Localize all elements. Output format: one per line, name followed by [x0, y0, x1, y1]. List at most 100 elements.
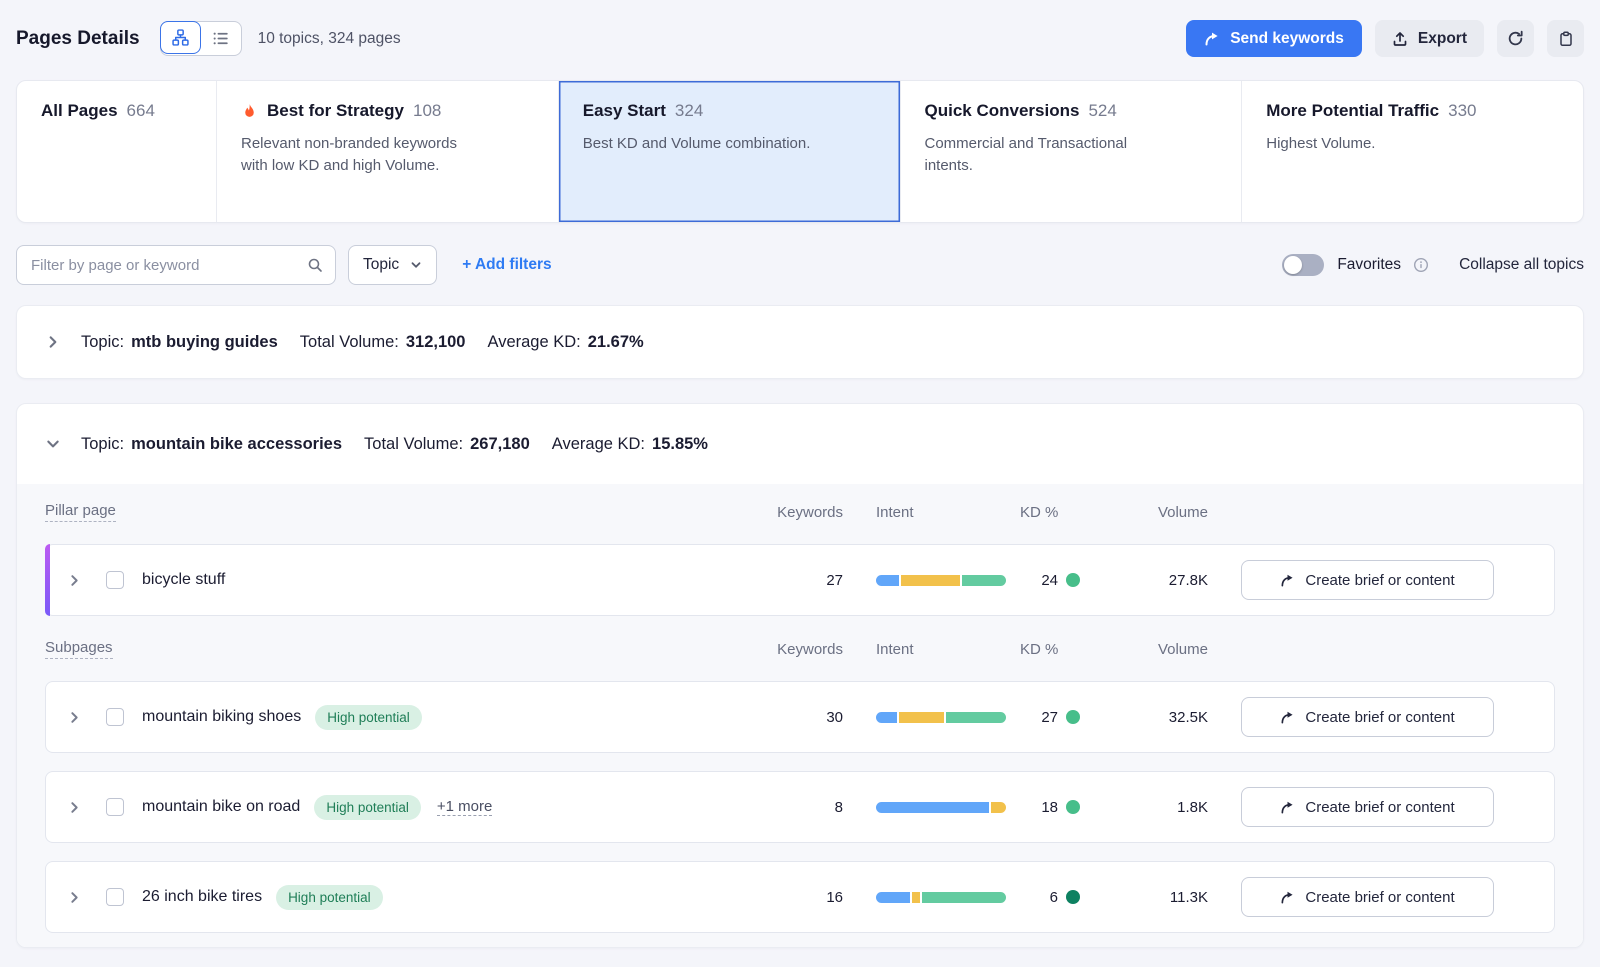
kd-value: 6: [1020, 889, 1058, 906]
pillar-header-row: Pillar page Keywords Intent KD % Volume: [45, 497, 1555, 527]
subpage-row: 26 inch bike tires High potential 16 6 1…: [45, 861, 1555, 933]
column-header-kd: KD %: [1020, 641, 1080, 658]
info-icon[interactable]: [1413, 257, 1429, 273]
topic-row-mtb-buying-guides[interactable]: Topic: mtb buying guides Total Volume: 3…: [16, 305, 1584, 379]
search-input[interactable]: [31, 257, 307, 274]
tab-more-potential-traffic[interactable]: More Potential Traffic 330 Highest Volum…: [1242, 81, 1583, 222]
favorites-label: Favorites: [1337, 256, 1401, 274]
topics-pages-summary: 10 topics, 324 pages: [258, 30, 401, 48]
tab-best-for-strategy[interactable]: Best for Strategy 108 Relevant non-brand…: [217, 81, 559, 222]
volume-value: 32.5K: [1104, 709, 1208, 726]
volume-value: 11.3K: [1104, 889, 1208, 906]
tab-quick-conversions[interactable]: Quick Conversions 524 Commercial and Tra…: [901, 81, 1243, 222]
add-filters-link[interactable]: + Add filters: [462, 256, 551, 274]
search-icon[interactable]: [307, 257, 323, 273]
kd-dot: [1066, 800, 1080, 814]
header-actions: Send keywords Export: [1186, 20, 1584, 57]
kd-dot: [1066, 890, 1080, 904]
forward-arrow-icon: [1280, 710, 1295, 725]
tab-count: 324: [675, 101, 703, 121]
column-header-intent: Intent: [876, 504, 1006, 521]
collapse-all-topics-link[interactable]: Collapse all topics: [1459, 256, 1584, 274]
list-view-icon: [212, 30, 229, 47]
column-header-keywords: Keywords: [759, 641, 843, 658]
topic-prefix: Topic:: [81, 333, 124, 352]
tab-description: Best KD and Volume combination.: [583, 133, 815, 155]
forward-arrow-icon: [1280, 573, 1295, 588]
subpage-row: mountain bike on road High potential +1 …: [45, 771, 1555, 843]
intent-bar: [876, 712, 1006, 723]
topic-row-mountain-bike-accessories[interactable]: Topic: mountain bike accessories Total V…: [17, 404, 1583, 484]
pillar-page-label[interactable]: Pillar page: [45, 502, 116, 522]
tab-label: Easy Start: [583, 101, 666, 121]
row-checkbox[interactable]: [106, 708, 124, 726]
tab-count: 664: [127, 101, 155, 121]
tree-view-button[interactable]: [160, 21, 201, 54]
row-checkbox[interactable]: [106, 888, 124, 906]
subpage-row: mountain biking shoes High potential 30 …: [45, 681, 1555, 753]
tab-count: 108: [413, 101, 441, 121]
chevron-right-icon[interactable]: [41, 335, 65, 349]
create-brief-button[interactable]: Create brief or content: [1241, 697, 1494, 737]
topic-dropdown-label: Topic: [363, 256, 399, 274]
subpages-label[interactable]: Subpages: [45, 639, 113, 659]
forward-arrow-icon: [1204, 31, 1220, 47]
expand-chevron-icon[interactable]: [62, 801, 86, 814]
search-box: [16, 245, 336, 285]
tab-label: Best for Strategy: [267, 101, 404, 121]
export-label: Export: [1418, 30, 1467, 48]
column-header-kd: KD %: [1020, 504, 1080, 521]
topic-name: mountain bike accessories: [131, 435, 342, 454]
flame-icon: [241, 103, 258, 120]
tree-view-icon: [172, 29, 189, 46]
total-volume-value: 312,100: [406, 333, 466, 352]
page-header: Pages Details 10 t: [0, 0, 1600, 57]
intent-bar: [876, 575, 1006, 586]
keywords-count: 16: [759, 889, 843, 906]
keywords-count: 8: [759, 799, 843, 816]
filter-bar: Topic + Add filters Favorites Collapse a…: [16, 245, 1584, 285]
favorites-toggle[interactable]: [1282, 254, 1324, 276]
export-button[interactable]: Export: [1375, 20, 1484, 57]
tab-count: 330: [1448, 101, 1476, 121]
clipboard-button[interactable]: [1547, 20, 1584, 57]
create-brief-button[interactable]: Create brief or content: [1241, 877, 1494, 917]
average-kd-label: Average KD:: [488, 333, 581, 352]
tab-label: More Potential Traffic: [1266, 101, 1439, 121]
tab-easy-start[interactable]: Easy Start 324 Best KD and Volume combin…: [559, 81, 901, 222]
average-kd-value: 15.85%: [652, 435, 708, 454]
page-name: bicycle stuff: [142, 571, 225, 589]
column-header-volume: Volume: [1104, 504, 1208, 521]
expand-chevron-icon[interactable]: [62, 574, 86, 587]
page-name: mountain biking shoes: [142, 708, 301, 726]
create-brief-button[interactable]: Create brief or content: [1241, 560, 1494, 600]
topic-filter-dropdown[interactable]: Topic: [348, 245, 437, 285]
average-kd-label: Average KD:: [552, 435, 645, 454]
list-view-button[interactable]: [200, 22, 241, 55]
tab-all-pages[interactable]: All Pages 664: [17, 81, 217, 222]
expand-chevron-icon[interactable]: [62, 891, 86, 904]
keywords-count: 30: [759, 709, 843, 726]
row-checkbox[interactable]: [106, 798, 124, 816]
create-brief-button[interactable]: Create brief or content: [1241, 787, 1494, 827]
export-up-arrow-icon: [1392, 31, 1408, 47]
refresh-button[interactable]: [1497, 20, 1534, 57]
tab-count: 524: [1088, 101, 1116, 121]
expand-chevron-icon[interactable]: [62, 711, 86, 724]
page-type-tabs: All Pages 664 Best for Strategy 108 Rele…: [16, 80, 1584, 223]
volume-value: 1.8K: [1104, 799, 1208, 816]
tab-description: Highest Volume.: [1266, 133, 1498, 155]
intent-bar: [876, 892, 1006, 903]
more-badges-link[interactable]: +1 more: [437, 798, 492, 816]
kd-dot: [1066, 573, 1080, 587]
total-volume-value: 267,180: [470, 435, 530, 454]
topic-name: mtb buying guides: [131, 333, 278, 352]
high-potential-badge: High potential: [276, 885, 383, 910]
chevron-down-icon[interactable]: [41, 437, 65, 451]
page-title: Pages Details: [16, 28, 140, 50]
pillar-page-row: bicycle stuff 27 24 27.8K Create brief: [45, 544, 1555, 616]
average-kd-value: 21.67%: [588, 333, 644, 352]
column-header-volume: Volume: [1104, 641, 1208, 658]
row-checkbox[interactable]: [106, 571, 124, 589]
send-keywords-button[interactable]: Send keywords: [1186, 20, 1362, 57]
